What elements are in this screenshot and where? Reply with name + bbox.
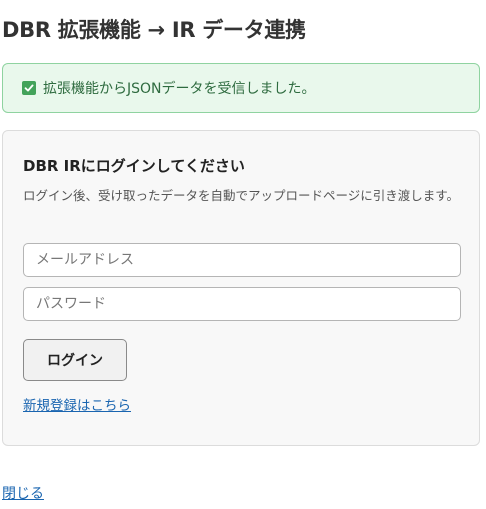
- close-link[interactable]: 閉じる: [2, 483, 44, 503]
- login-button[interactable]: ログイン: [23, 339, 127, 381]
- login-card: DBR IRにログインしてください ログイン後、受け取ったデータを自動でアップロ…: [2, 130, 480, 446]
- login-description: ログイン後、受け取ったデータを自動でアップロードページに引き渡します。: [23, 188, 460, 203]
- check-icon: [22, 81, 36, 95]
- register-link[interactable]: 新規登録はこちら: [23, 394, 131, 414]
- alert-message: 拡張機能からJSONデータを受信しました。: [43, 81, 316, 97]
- page-title: DBR 拡張機能 → IR データ連携: [2, 18, 306, 42]
- success-alert: 拡張機能からJSONデータを受信しました。: [2, 63, 480, 113]
- password-input[interactable]: [23, 287, 461, 321]
- email-input[interactable]: [23, 243, 461, 277]
- login-title: DBR IRにログインしてください: [23, 157, 245, 175]
